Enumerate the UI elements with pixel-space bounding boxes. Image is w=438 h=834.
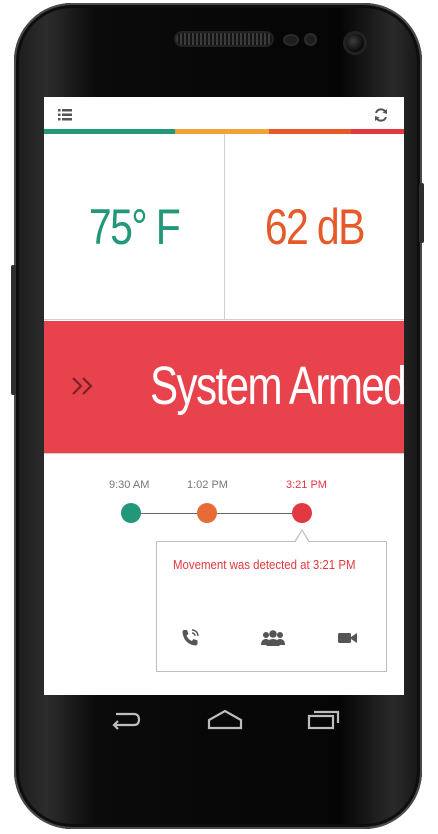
event-dot-1[interactable]	[121, 503, 141, 523]
app-screen: 75° F 62 dB System Armed 9:30 AM 1:02 PM…	[44, 97, 404, 695]
phone-icon	[182, 629, 199, 646]
video-button[interactable]	[335, 627, 361, 649]
timeline-connector	[132, 513, 207, 514]
noise-value: 62 dB	[264, 198, 366, 255]
video-camera-icon	[338, 633, 357, 643]
event-dot-2[interactable]	[197, 503, 217, 523]
event-time-2: 1:02 PM	[187, 479, 228, 491]
recents-button[interactable]	[306, 708, 342, 735]
noise-tile[interactable]: 62 dB	[223, 134, 405, 319]
temperature-value: 75° F	[88, 198, 181, 255]
event-time-3: 3:21 PM	[286, 479, 327, 491]
home-icon	[207, 709, 243, 730]
call-button[interactable]	[177, 627, 203, 649]
recents-icon	[307, 710, 340, 730]
volume-button	[11, 265, 16, 395]
timeline-connector	[207, 513, 303, 514]
group-icon	[261, 630, 285, 646]
top-bar	[44, 97, 404, 129]
sensor-tiles: 75° F 62 dB	[44, 134, 404, 319]
event-timeline: 9:30 AM 1:02 PM 3:21 PM	[44, 477, 404, 537]
back-icon	[112, 712, 141, 730]
system-armed-banner[interactable]: System Armed	[44, 321, 404, 453]
list-icon[interactable]	[58, 109, 72, 121]
double-chevron-right-icon	[72, 377, 93, 395]
refresh-icon[interactable]	[373, 107, 389, 123]
contacts-button[interactable]	[260, 627, 286, 649]
divider	[44, 319, 404, 320]
event-dot-3[interactable]	[292, 503, 312, 523]
back-button[interactable]	[108, 708, 142, 735]
alert-message: Movement was detected at 3:21 PM	[173, 557, 356, 572]
earpiece-speaker	[176, 33, 272, 45]
home-button[interactable]	[205, 708, 245, 735]
proximity-sensor	[285, 36, 297, 44]
light-sensor	[306, 35, 315, 44]
temperature-tile[interactable]: 75° F	[44, 134, 224, 319]
alert-popup: Movement was detected at 3:21 PM	[156, 529, 387, 672]
divider	[44, 453, 404, 454]
front-camera	[346, 34, 364, 52]
power-button	[419, 183, 424, 243]
event-time-1: 9:30 AM	[109, 479, 150, 491]
system-status-label: System Armed	[150, 356, 404, 416]
popup-pointer-fill	[295, 531, 309, 543]
